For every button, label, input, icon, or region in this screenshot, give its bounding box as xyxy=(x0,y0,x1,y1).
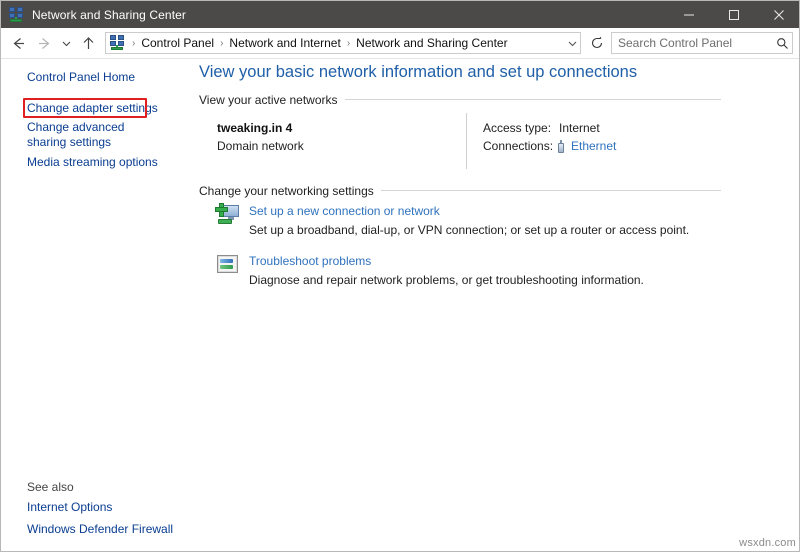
network-sharing-icon xyxy=(8,6,24,23)
breadcrumb-item-network-and-sharing-center[interactable]: Network and Sharing Center xyxy=(354,36,509,50)
minimize-button[interactable] xyxy=(666,1,711,28)
refresh-icon[interactable] xyxy=(587,32,607,54)
title-bar: Network and Sharing Center xyxy=(1,1,799,28)
ethernet-connector-icon xyxy=(556,139,566,153)
access-type-value: Internet xyxy=(559,121,600,135)
task-set-up-new-connection[interactable]: Set up a new connection or network Set u… xyxy=(215,203,775,237)
breadcrumb-network-icon xyxy=(109,35,125,51)
section-heading-active-networks: View your active networks xyxy=(199,93,345,107)
main-panel: View your basic network information and … xyxy=(191,59,799,551)
breadcrumb-item-control-panel[interactable]: Control Panel xyxy=(139,36,216,50)
task-link-set-up-new-connection[interactable]: Set up a new connection or network xyxy=(249,204,440,218)
search-box[interactable] xyxy=(611,32,793,54)
section-heading-networking-settings: Change your networking settings xyxy=(199,184,381,198)
sidebar-item-change-advanced-sharing-settings[interactable]: Change advanced sharing settings xyxy=(27,120,163,150)
sidebar-item-internet-options[interactable]: Internet Options xyxy=(27,500,112,515)
sidebar-item-media-streaming-options[interactable]: Media streaming options xyxy=(27,155,158,170)
task-link-troubleshoot-problems[interactable]: Troubleshoot problems xyxy=(249,254,371,268)
chevron-down-icon[interactable] xyxy=(564,38,580,49)
window-title: Network and Sharing Center xyxy=(32,7,187,22)
sidebar-item-change-adapter-settings[interactable]: Change adapter settings xyxy=(27,101,158,116)
breadcrumb-separator: › xyxy=(220,37,224,49)
sidebar-item-windows-defender-firewall[interactable]: Windows Defender Firewall xyxy=(27,522,173,537)
sidebar: Control Panel Home Change adapter settin… xyxy=(1,59,191,551)
connection-entry[interactable]: Ethernet xyxy=(556,139,616,153)
network-sharing-center-window: Network and Sharing Center › Control Pan… xyxy=(0,0,800,552)
task-description-troubleshoot-problems: Diagnose and repair network problems, or… xyxy=(249,273,644,287)
see-also-heading: See also xyxy=(27,480,74,494)
breadcrumb-item-network-and-internet[interactable]: Network and Internet xyxy=(227,36,342,50)
watermark: wsxdn.com xyxy=(739,537,796,549)
breadcrumb-separator: › xyxy=(346,37,351,49)
task-troubleshoot-problems[interactable]: Troubleshoot problems Diagnose and repai… xyxy=(215,253,775,287)
page-title: View your basic network information and … xyxy=(199,63,638,81)
content-area: Control Panel Home Change adapter settin… xyxy=(1,59,799,551)
back-icon[interactable] xyxy=(5,30,31,56)
breadcrumb[interactable]: › Control Panel › Network and Internet ›… xyxy=(105,32,581,54)
search-icon[interactable] xyxy=(772,37,792,50)
active-network-type: Domain network xyxy=(217,139,304,153)
breadcrumb-separator: › xyxy=(132,37,136,49)
up-one-level-icon[interactable] xyxy=(75,30,101,56)
connection-link-ethernet[interactable]: Ethernet xyxy=(571,139,616,153)
forward-icon[interactable] xyxy=(31,30,57,56)
sidebar-item-control-panel-home[interactable]: Control Panel Home xyxy=(27,70,135,85)
active-network-name: tweaking.in 4 xyxy=(217,121,293,135)
network-details-divider xyxy=(466,113,467,169)
access-type-label: Access type: xyxy=(483,121,552,135)
close-button[interactable] xyxy=(756,1,799,28)
window-controls xyxy=(666,1,799,28)
maximize-button[interactable] xyxy=(711,1,756,28)
recent-locations-icon[interactable] xyxy=(57,30,75,56)
address-bar: › Control Panel › Network and Internet ›… xyxy=(1,28,799,59)
search-input[interactable] xyxy=(612,35,772,51)
task-description-set-up-new-connection: Set up a broadband, dial-up, or VPN conn… xyxy=(249,223,690,237)
connections-label: Connections: xyxy=(483,139,554,153)
